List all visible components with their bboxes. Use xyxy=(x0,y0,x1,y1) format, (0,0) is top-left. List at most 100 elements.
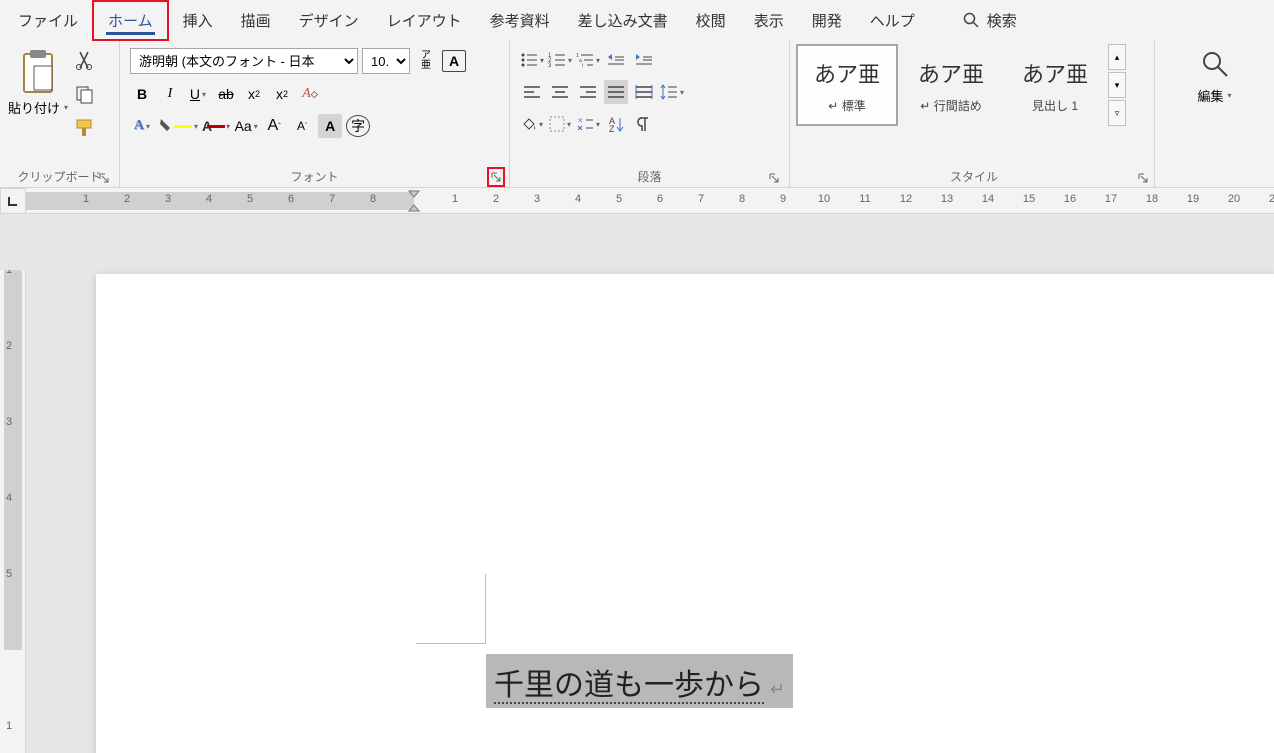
tab-review[interactable]: 校閲 xyxy=(682,2,740,39)
style-name: ↵ 標準 xyxy=(828,97,865,114)
svg-text:i: i xyxy=(582,63,583,68)
font-dialog-launcher[interactable] xyxy=(487,167,505,187)
horizontal-ruler[interactable]: 8765432112345678910111213141516171819202… xyxy=(26,188,1274,214)
highlight-color-button[interactable]: ▾ xyxy=(158,114,198,138)
tab-draw[interactable]: 描画 xyxy=(227,2,285,39)
document-selected-text[interactable]: 千里の道も一歩から↵ xyxy=(486,654,793,708)
borders-icon xyxy=(549,116,565,132)
tab-mailings[interactable]: 差し込み文書 xyxy=(564,2,682,39)
style-normal[interactable]: あア亜 ↵ 標準 xyxy=(796,44,898,126)
tab-insert[interactable]: 挿入 xyxy=(169,2,227,39)
paste-button[interactable]: 貼り付け▾ xyxy=(6,44,70,121)
page[interactable]: 千里の道も一歩から↵ xyxy=(96,274,1274,753)
format-painter-button[interactable] xyxy=(74,118,94,138)
group-paragraph: ▾ 123▾ 1ai▾ ▾ ▾ ▾ ×▾ xyxy=(510,40,790,187)
ruler-number: 5 xyxy=(616,193,622,205)
ruler-number: 1 xyxy=(6,720,12,732)
document-area: 千里の道も一歩から↵ xyxy=(26,214,1274,753)
multilevel-list-button[interactable]: 1ai▾ xyxy=(576,48,600,72)
shrink-font-button[interactable]: Aˇ xyxy=(290,114,314,138)
style-preview: あア亜 xyxy=(814,57,880,89)
text-effects-button[interactable]: A▾ xyxy=(130,114,154,138)
italic-button[interactable]: I xyxy=(158,82,182,106)
styles-expand[interactable]: ▿ xyxy=(1108,100,1126,126)
search-label: 検索 xyxy=(987,10,1017,31)
bullets-button[interactable]: ▾ xyxy=(520,48,544,72)
ruler-number: 4 xyxy=(575,193,581,205)
paste-label: 貼り付け xyxy=(8,98,60,117)
align-center-button[interactable] xyxy=(548,80,572,104)
style-name: 見出し 1 xyxy=(1032,97,1078,114)
change-case-button[interactable]: Aa▾ xyxy=(234,114,258,138)
group-styles: あア亜 ↵ 標準 あア亜 ↵ 行間詰め あア亜 見出し 1 ▴ ▾ ▿ スタイル xyxy=(790,40,1155,187)
numbering-button[interactable]: 123▾ xyxy=(548,48,572,72)
styles-group-label: スタイル xyxy=(950,168,998,185)
decrease-indent-button[interactable] xyxy=(604,48,628,72)
font-color-button[interactable]: A▾ xyxy=(202,114,230,138)
tab-view[interactable]: 表示 xyxy=(740,2,798,39)
borders-button[interactable]: ▾ xyxy=(548,112,572,136)
ruler-number: 9 xyxy=(780,193,786,205)
styles-scroll-up[interactable]: ▴ xyxy=(1108,44,1126,70)
line-spacing-button[interactable]: ▾ xyxy=(660,80,684,104)
pilcrow-icon xyxy=(636,116,652,132)
character-border-button[interactable]: A xyxy=(442,50,466,72)
character-shading-button[interactable]: A xyxy=(318,114,342,138)
tab-home[interactable]: ホーム xyxy=(92,0,169,41)
tab-search[interactable]: 検索 xyxy=(949,2,1031,39)
tab-references[interactable]: 参考資料 xyxy=(476,2,564,39)
ruler-number: 3 xyxy=(165,193,171,205)
style-heading1[interactable]: あア亜 見出し 1 xyxy=(1004,44,1106,126)
outdent-icon xyxy=(607,52,625,68)
editing-button[interactable]: 編集▾ xyxy=(1183,44,1245,111)
cut-button[interactable] xyxy=(74,50,94,70)
tab-selector-icon[interactable] xyxy=(7,195,19,207)
copy-button[interactable] xyxy=(74,84,94,104)
subscript-button[interactable]: x2 xyxy=(242,82,266,106)
align-left-button[interactable] xyxy=(520,80,544,104)
ruler-number: 7 xyxy=(698,193,704,205)
font-name-select[interactable]: 游明朝 (本文のフォント - 日本 xyxy=(130,48,358,74)
margin-crop-mark xyxy=(416,574,486,644)
clipboard-dialog-launcher[interactable] xyxy=(97,171,111,185)
svg-text:Z: Z xyxy=(609,124,615,132)
phonetic-guide-button[interactable]: ア亜 xyxy=(414,49,438,73)
indent-marker[interactable] xyxy=(408,190,420,212)
ruler-number: 1 xyxy=(452,193,458,205)
tab-design[interactable]: デザイン xyxy=(285,2,373,39)
distribute-button[interactable] xyxy=(632,80,656,104)
asian-layout-button[interactable]: ×▾ xyxy=(576,112,600,136)
bullets-icon xyxy=(520,52,538,68)
tab-developer[interactable]: 開発 xyxy=(798,2,856,39)
bold-button[interactable]: B xyxy=(130,82,154,106)
paragraph-dialog-launcher[interactable] xyxy=(767,171,781,185)
styles-dialog-launcher[interactable] xyxy=(1136,171,1150,185)
font-size-select[interactable]: 10.5 xyxy=(362,48,410,74)
sort-button[interactable]: AZ xyxy=(604,112,628,136)
styles-scroll-down[interactable]: ▾ xyxy=(1108,72,1126,98)
superscript-button[interactable]: x2 xyxy=(270,82,294,106)
style-preview: あア亜 xyxy=(918,57,984,89)
tab-file[interactable]: ファイル xyxy=(4,2,92,39)
vertical-ruler[interactable]: 5432112 xyxy=(0,270,26,753)
ruler-number: 11 xyxy=(859,193,870,205)
tab-help[interactable]: ヘルプ xyxy=(856,2,929,39)
ruler-number: 12 xyxy=(900,193,912,205)
enclose-characters-button[interactable]: 字 xyxy=(346,115,370,137)
highlighter-icon xyxy=(158,117,174,135)
style-no-spacing[interactable]: あア亜 ↵ 行間詰め xyxy=(900,44,1002,126)
ruler-number: 2 xyxy=(124,193,130,205)
shading-button[interactable]: ▾ xyxy=(520,112,544,136)
underline-button[interactable]: U▾ xyxy=(186,82,210,106)
grow-font-button[interactable]: Aˆ xyxy=(262,114,286,138)
tab-layout[interactable]: レイアウト xyxy=(373,2,476,39)
show-marks-button[interactable] xyxy=(632,112,656,136)
editing-label: 編集 xyxy=(1197,86,1223,105)
ribbon: 貼り付け▾ クリップボード 游明朝 (本文のフォント - 日本 10.5 ア亜 … xyxy=(0,40,1274,188)
ruler-number: 2 xyxy=(6,340,12,352)
increase-indent-button[interactable] xyxy=(632,48,656,72)
clear-formatting-button[interactable]: A◇ xyxy=(298,82,322,106)
align-right-button[interactable] xyxy=(576,80,600,104)
strikethrough-button[interactable]: ab xyxy=(214,82,238,106)
justify-button[interactable] xyxy=(604,80,628,104)
